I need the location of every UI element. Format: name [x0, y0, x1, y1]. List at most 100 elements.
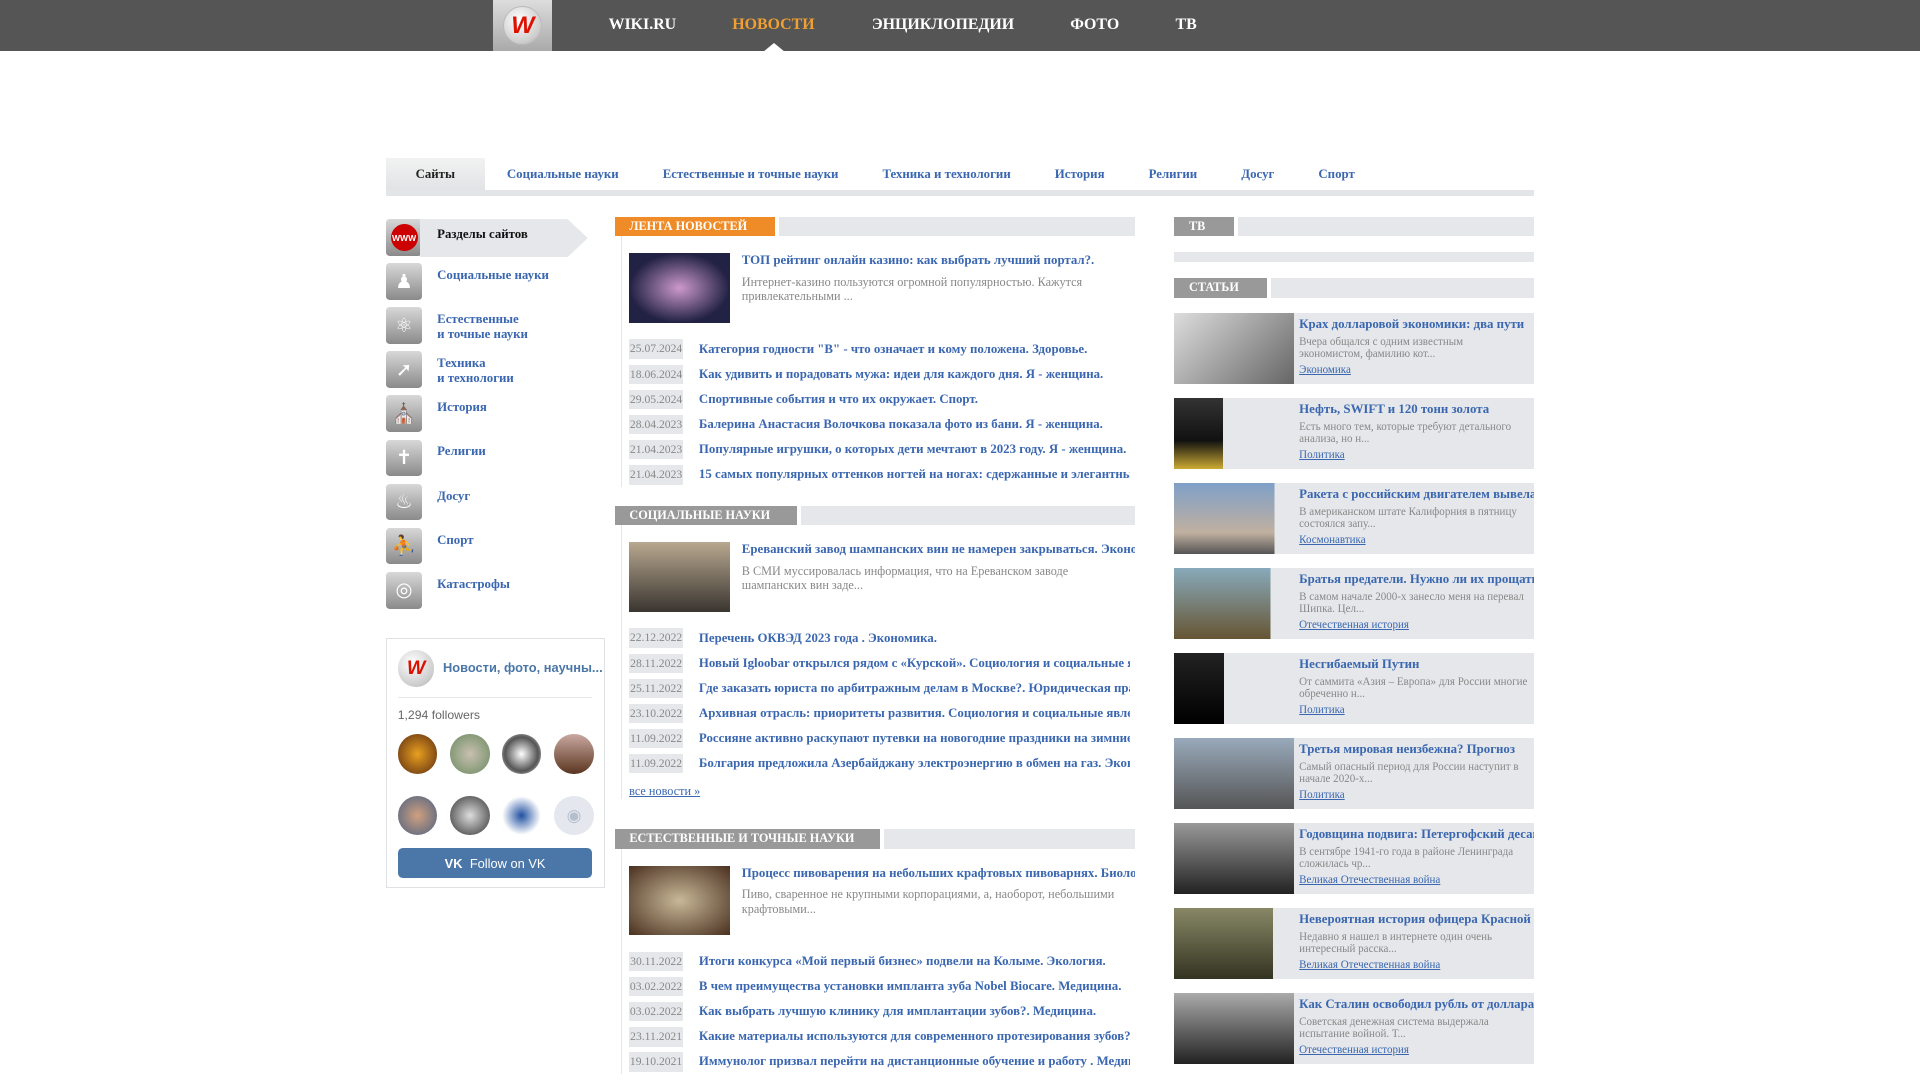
featured-title-link[interactable]: Ереванский завод шампанских вин не намер… [742, 542, 1135, 557]
article-image[interactable] [1174, 568, 1294, 639]
sidebar-item[interactable]: ⛪История [386, 395, 606, 439]
article-title-link[interactable]: Крах долларовой экономики: два пути [1299, 317, 1529, 332]
article-card: Невероятная история офицера КраснойНедав… [1174, 908, 1534, 979]
news-title-link[interactable]: Новый Igloobar открылся рядом с «Курской… [699, 656, 1130, 671]
featured-image[interactable] [629, 253, 729, 323]
section-title[interactable]: СОЦИАЛЬНЫЕ НАУКИ [615, 506, 797, 526]
article-image[interactable] [1174, 483, 1294, 554]
sidebar-item[interactable]: ⛹Спорт [386, 528, 606, 572]
follower-avatar[interactable] [502, 796, 541, 835]
camera-placeholder-icon[interactable]: ◉ [554, 796, 593, 835]
news-title-link[interactable]: Спортивные события и что их окружает. Сп… [699, 392, 1130, 407]
article-category-link[interactable]: Экономика [1299, 364, 1529, 376]
nav-encyclopedia[interactable]: ЭНЦИКЛОПЕДИИ [872, 16, 1014, 34]
sidebar-item[interactable]: ➚Техника и технологии [386, 351, 606, 395]
tab-history[interactable]: История [1033, 158, 1127, 190]
article-title-link[interactable]: Братья предатели. Нужно ли их прощать? [1299, 572, 1529, 587]
follower-avatar[interactable] [554, 734, 593, 773]
news-row: 11.09.2022Болгария предложила Азербайджа… [629, 751, 1135, 776]
article-title-link[interactable]: Как Сталин освободил рубль от доллара [1299, 997, 1529, 1012]
sidebar-item[interactable]: ✝Религии [386, 440, 606, 484]
article-image[interactable] [1174, 313, 1294, 384]
article-title-link[interactable]: Ракета с российским двигателем вывела [1299, 487, 1529, 502]
article-category-link[interactable]: Великая Отечественная война [1299, 959, 1529, 971]
article-title-link[interactable]: Нефть, SWIFT и 120 тонн золота [1299, 402, 1529, 417]
news-title-link[interactable]: В чем преимущества установки импланта зу… [699, 979, 1130, 994]
article-title-link[interactable]: Несгибаемый Путин [1299, 657, 1529, 672]
section-title[interactable]: ЕСТЕСТВЕННЫЕ И ТОЧНЫЕ НАУКИ [615, 829, 881, 849]
featured-image[interactable] [629, 866, 729, 936]
all-news-link[interactable]: все новости » [629, 784, 1135, 799]
featured-image[interactable] [629, 542, 729, 612]
article-title-link[interactable]: Третья мировая неизбежна? Прогноз [1299, 742, 1529, 757]
featured-title-link[interactable]: ТОП рейтинг онлайн казино: как выбрать л… [742, 253, 1135, 268]
news-title-link[interactable]: Как выбрать лучшую клинику для имплантац… [699, 1004, 1130, 1019]
news-title-link[interactable]: Балерина Анастасия Волочкова показала фо… [699, 417, 1130, 432]
news-row: 18.06.2024Как удивить и порадовать мужа:… [629, 362, 1135, 387]
section-title[interactable]: ЛЕНТА НОВОСТЕЙ [615, 217, 775, 237]
news-title-link[interactable]: Архивная отрасль: приоритеты развития. С… [699, 706, 1130, 721]
site-logo[interactable]: W [493, 0, 552, 51]
article-image[interactable] [1174, 908, 1294, 979]
news-title-link[interactable]: Болгария предложила Азербайджану электро… [699, 756, 1130, 771]
nav-wiki[interactable]: WIKI.RU [609, 16, 677, 34]
article-image[interactable] [1174, 398, 1294, 469]
article-category-link[interactable]: Политика [1299, 449, 1529, 461]
news-title-link[interactable]: Россияне активно раскупают путевки на но… [699, 731, 1130, 746]
news-title-link[interactable]: 15 самых популярных оттенков ногтей на н… [699, 467, 1130, 482]
vk-logo-icon: VK [445, 856, 463, 871]
article-category-link[interactable]: Отечественная история [1299, 619, 1529, 631]
follower-avatar[interactable] [502, 734, 541, 773]
article-image[interactable] [1174, 993, 1294, 1064]
news-title-link[interactable]: Как удивить и порадовать мужа: идеи для … [699, 367, 1130, 382]
article-category-link[interactable]: Великая Отечественная война [1299, 874, 1529, 886]
follower-avatar[interactable] [450, 796, 489, 835]
tab-sport[interactable]: Спорт [1296, 158, 1376, 190]
vk-group-avatar[interactable]: W [398, 650, 435, 687]
follower-avatar[interactable] [398, 796, 437, 835]
article-image[interactable] [1174, 738, 1294, 809]
follower-avatar[interactable] [450, 734, 489, 773]
news-title-link[interactable]: Иммунолог призвал перейти на дистанционн… [699, 1054, 1130, 1069]
article-category-link[interactable]: Политика [1299, 704, 1529, 716]
colosseum-icon: ⛪ [386, 395, 423, 432]
vk-group-name[interactable]: Новости, фото, научны... [443, 660, 603, 675]
article-title-link[interactable]: Годовщина подвига: Петергофский десант [1299, 827, 1529, 842]
tab-natural[interactable]: Естественные и точные науки [641, 158, 861, 190]
nav-news[interactable]: НОВОСТИ [732, 16, 814, 34]
news-title-link[interactable]: Перечень ОКВЭД 2023 года . Экономика. [699, 631, 1130, 646]
tv-placeholder-bar [1174, 252, 1534, 262]
tab-religion[interactable]: Религии [1127, 158, 1220, 190]
nav-photo[interactable]: ФОТО [1070, 16, 1119, 34]
article-category-link[interactable]: Политика [1299, 789, 1529, 801]
section-header: ЛЕНТА НОВОСТЕЙ [615, 217, 1135, 237]
article-category-link[interactable]: Космонавтика [1299, 534, 1529, 546]
article-image[interactable] [1174, 823, 1294, 894]
news-title-link[interactable]: Где заказать юриста по арбитражным делам… [699, 681, 1130, 696]
news-title-link[interactable]: Какие материалы используются для совреме… [699, 1029, 1130, 1044]
article-card: Как Сталин освободил рубль от доллараСов… [1174, 993, 1534, 1064]
article-title-link[interactable]: Невероятная история офицера Красной [1299, 912, 1529, 927]
tab-social[interactable]: Социальные науки [485, 158, 641, 190]
tab-leisure[interactable]: Досуг [1219, 158, 1296, 190]
sidebar-item[interactable]: ♟Социальные науки [386, 263, 606, 307]
article-card: Годовщина подвига: Петергофский десантВ … [1174, 823, 1534, 894]
article-category-link[interactable]: Отечественная история [1299, 1044, 1529, 1056]
news-title-link[interactable]: Популярные игрушки, о которых дети мечта… [699, 442, 1130, 457]
sidebar-item[interactable]: ♨Досуг [386, 484, 606, 528]
follower-avatar[interactable] [398, 734, 437, 773]
news-title-link[interactable]: Категория годности "В" - что означает и … [699, 342, 1130, 357]
sidebar-item-label: Естественные и точные науки [437, 312, 528, 351]
nav-tv[interactable]: ТВ [1176, 16, 1197, 34]
featured-title-link[interactable]: Процесс пивоварения на небольших крафтов… [742, 866, 1135, 881]
news-title-link[interactable]: Итоги конкурса «Мой первый бизнес» подве… [699, 954, 1130, 969]
section-body: ТОП рейтинг онлайн казино: как выбрать л… [621, 236, 1135, 487]
sidebar-item[interactable]: WWWРазделы сайтов [386, 219, 606, 263]
tab-tech[interactable]: Техника и технологии [860, 158, 1032, 190]
sidebar-item[interactable]: ◎Катастрофы [386, 572, 606, 616]
sidebar-item[interactable]: ⚛Естественные и точные науки [386, 307, 606, 351]
vk-follow-button[interactable]: VKFollow on VK [398, 848, 593, 877]
news-list: 30.11.2022Итоги конкурса «Мой первый биз… [629, 949, 1135, 1074]
tab-sites[interactable]: Сайты [386, 158, 485, 190]
article-image[interactable] [1174, 653, 1294, 724]
